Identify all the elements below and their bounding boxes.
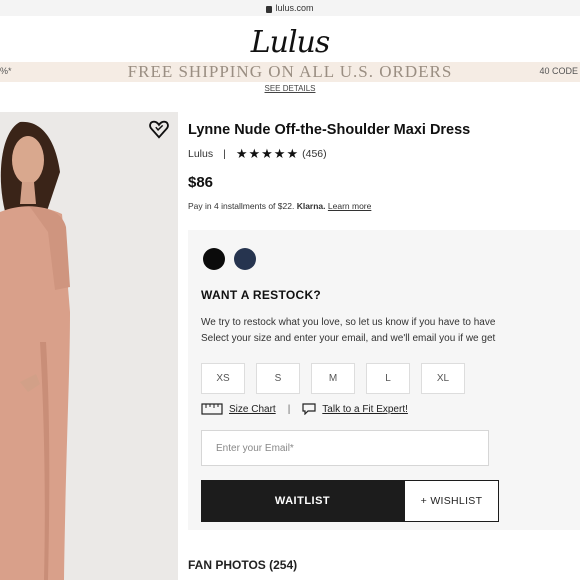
url-text: lulus.com: [275, 3, 314, 13]
installments-text: Pay in 4 installments of $22.: [188, 201, 295, 211]
size-s-button[interactable]: S: [256, 363, 300, 394]
klarna-logo: Klarna.: [296, 201, 326, 211]
installments-info: Pay in 4 installments of $22. Klarna. Le…: [188, 201, 371, 211]
size-xs-button[interactable]: XS: [201, 363, 245, 394]
promo-right-text: 40 CODE: [539, 66, 578, 76]
model-illustration: [0, 112, 178, 580]
promo-left-text: %*: [0, 66, 12, 76]
fan-photos-heading[interactable]: FAN PHOTOS (254): [188, 558, 297, 572]
restock-heading: WANT A RESTOCK?: [201, 288, 322, 302]
browser-url-bar[interactable]: lulus.com: [0, 0, 580, 16]
restock-text-line1: We try to restock what you love, so let …: [201, 317, 496, 328]
restock-text-line2: Select your size and enter your email, a…: [201, 333, 496, 344]
navy-swatch[interactable]: [234, 248, 256, 270]
email-field[interactable]: [201, 430, 489, 466]
promo-text: FREE SHIPPING ON ALL U.S. ORDERS: [127, 62, 453, 81]
help-links-row: Size Chart | Talk to a Fit Expert!: [201, 403, 408, 415]
product-meta-row: Lulus | ★★★★★ (456): [188, 146, 327, 162]
size-chart-link[interactable]: Size Chart: [229, 404, 276, 415]
waitlist-button[interactable]: WAITLIST: [201, 480, 404, 522]
review-count[interactable]: (456): [302, 148, 327, 160]
ruler-icon: [201, 403, 223, 415]
see-details-link[interactable]: SEE DETAILS: [0, 84, 580, 93]
chat-icon: [302, 403, 316, 415]
wishlist-button[interactable]: + WISHLIST: [404, 480, 499, 522]
site-header: Lulus: [0, 16, 580, 68]
size-l-button[interactable]: L: [366, 363, 410, 394]
promo-banner: %* FREE SHIPPING ON ALL U.S. ORDERS 40 C…: [0, 62, 580, 82]
fit-expert-link[interactable]: Talk to a Fit Expert!: [322, 404, 408, 415]
help-separator: |: [287, 403, 291, 415]
star-icon[interactable]: ★★★★★: [236, 146, 299, 162]
size-m-button[interactable]: M: [311, 363, 355, 394]
site-logo[interactable]: Lulus: [251, 25, 331, 60]
product-title: Lynne Nude Off-the-Shoulder Maxi Dress: [188, 122, 471, 138]
meta-separator: |: [223, 148, 226, 160]
heart-icon[interactable]: [148, 118, 170, 140]
product-price: $86: [188, 174, 214, 191]
product-brand[interactable]: Lulus: [188, 148, 213, 160]
lock-icon: [266, 5, 273, 13]
product-photo[interactable]: [0, 112, 178, 580]
size-xl-button[interactable]: XL: [421, 363, 465, 394]
learn-more-link[interactable]: Learn more: [328, 201, 371, 211]
black-swatch[interactable]: [203, 248, 225, 270]
